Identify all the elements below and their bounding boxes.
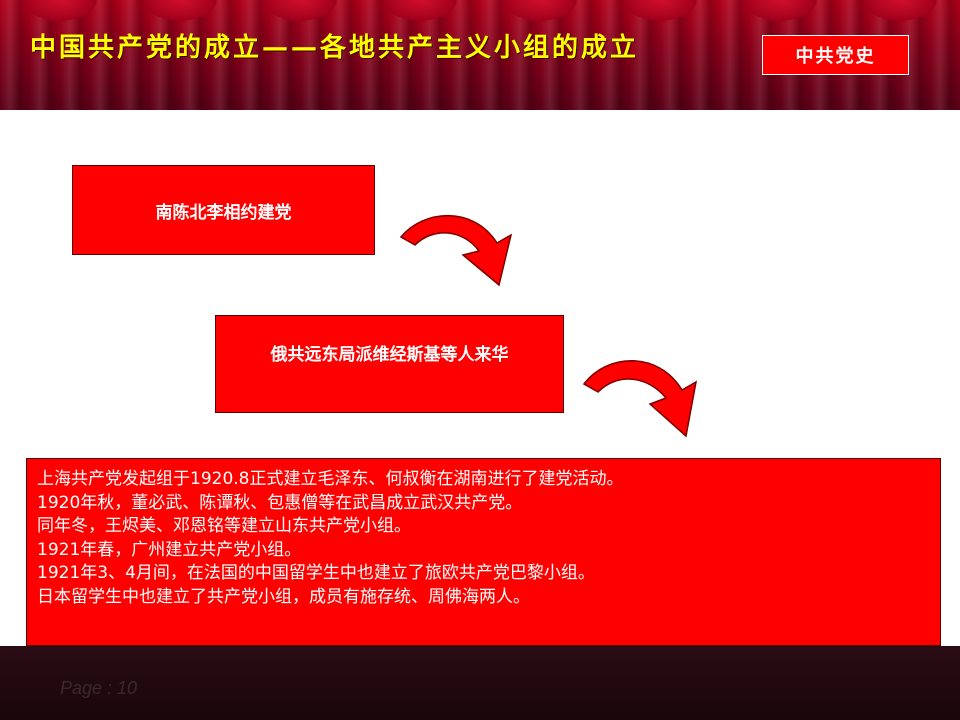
detail-line: 1920年秋，董必武、陈谭秋、包惠僧等在武昌成立武汉共产党。 xyxy=(37,492,523,513)
flow-step-2: 俄共远东局派维经斯基等人来华 xyxy=(215,315,564,413)
curved-arrow-icon xyxy=(399,214,513,287)
footer-bar xyxy=(0,646,960,720)
flow-step-1-label: 南陈北李相约建党 xyxy=(155,202,292,223)
section-badge: 中共党史 xyxy=(762,35,909,75)
detail-line: 1921年3、4月间，在法国的中国留学生中也建立了旅欧共产党巴黎小组。 xyxy=(37,563,595,583)
details-box: 上海共产党发起组于1920.8正式建立毛泽东、何叔衡在湖南进行了建党活动。 19… xyxy=(26,458,941,646)
curved-arrow-icon xyxy=(582,360,698,438)
detail-line: 同年冬，王烬美、邓恩铭等建立山东共产党小组。 xyxy=(37,516,411,536)
detail-line: 上海共产党发起组于1920.8正式建立毛泽东、何叔衡在湖南进行了建党活动。 xyxy=(37,469,624,489)
page-number: Page : 10 xyxy=(60,678,138,698)
detail-line: 日本留学生中也建立了共产党小组，成员有施存统、周佛海两人。 xyxy=(37,586,530,607)
curtain-header: 中国共产党的成立——各地共产主义小组的成立 中共党史 xyxy=(0,0,960,110)
slide-title: 中国共产党的成立——各地共产主义小组的成立 xyxy=(30,33,640,63)
flow-step-2-label: 俄共远东局派维经斯基等人来华 xyxy=(270,345,509,365)
flow-step-1: 南陈北李相约建党 xyxy=(72,165,375,255)
detail-line: 1921年春，广州建立共产党小组。 xyxy=(37,539,302,560)
